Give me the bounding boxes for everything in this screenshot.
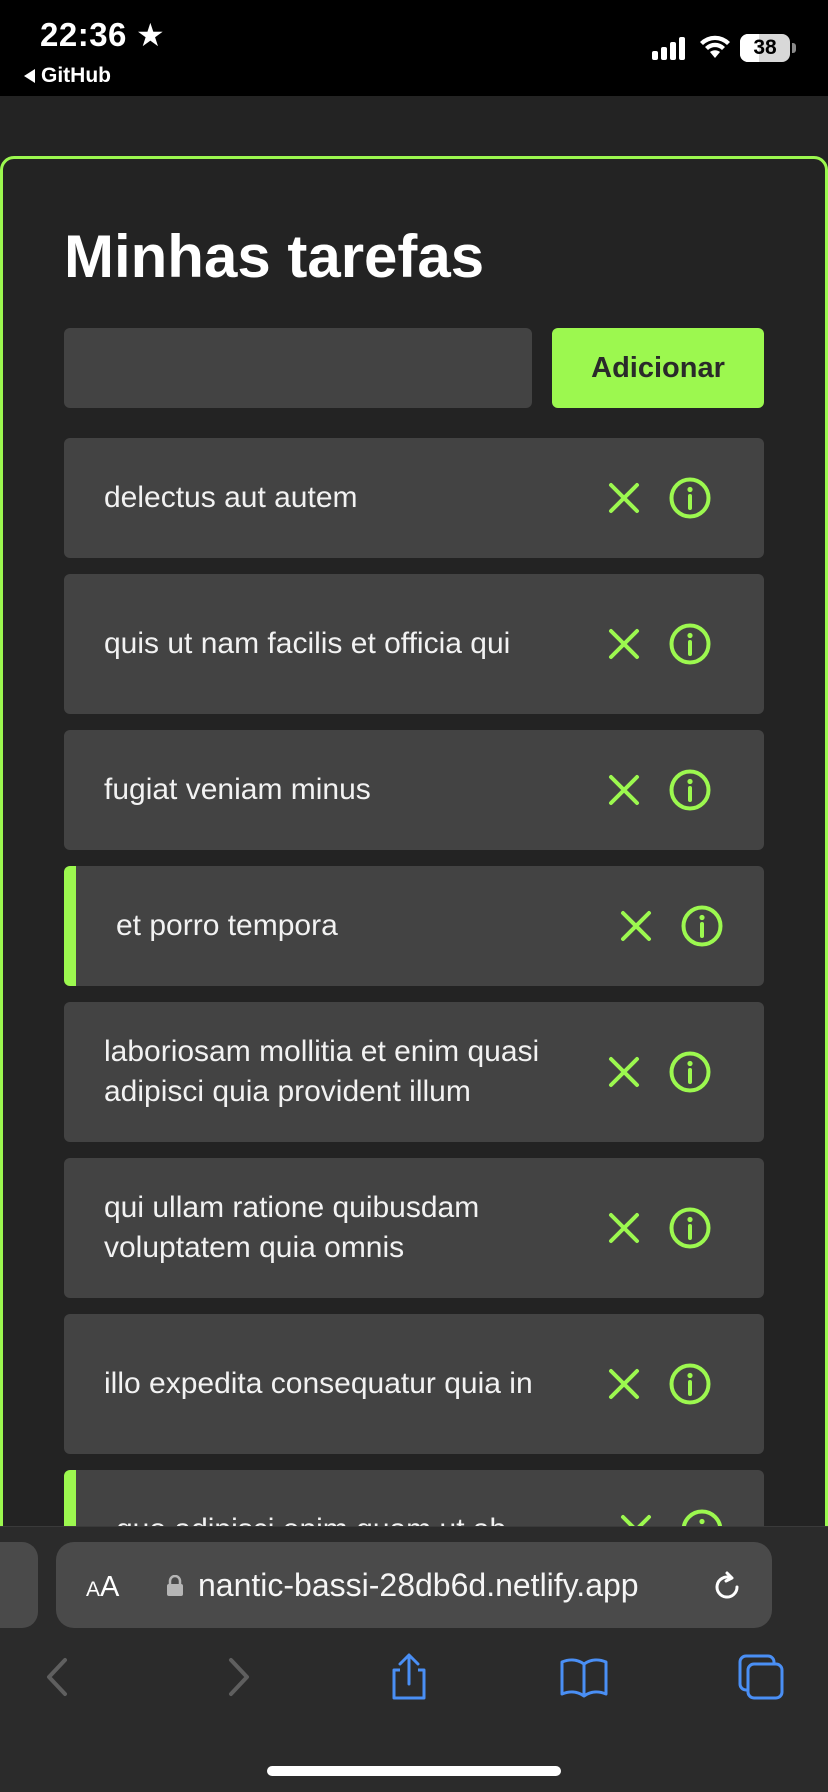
close-icon[interactable] [604,1208,644,1248]
back-triangle-icon [24,69,35,83]
back-app-label: GitHub [41,64,111,87]
info-icon[interactable] [668,476,712,520]
task-text: fugiat veniam minus [104,773,371,806]
task-item[interactable]: qui ullam ratione quibusdam voluptatem q… [64,1158,764,1298]
add-task-button[interactable]: Adicionar [552,328,764,408]
task-item[interactable]: et porro tempora [64,866,764,986]
status-bar: 22:36 ★ GitHub 38 [0,0,828,96]
lock-icon [167,1575,183,1596]
text-size-button[interactable]: AA [86,1571,119,1604]
task-item[interactable]: delectus aut autem [64,438,764,558]
home-indicator [267,1766,561,1776]
previous-tab-preview[interactable] [0,1542,38,1628]
cellular-signal-icon [652,36,685,60]
close-icon[interactable] [604,624,644,664]
info-icon[interactable] [680,904,724,948]
task-text: qui ullam ratione quibusdam voluptatem q… [104,1191,480,1264]
close-icon[interactable] [604,478,644,518]
forward-chevron-icon[interactable] [212,1652,262,1702]
close-icon[interactable] [604,1052,644,1092]
wifi-icon [700,35,730,58]
info-icon[interactable] [668,1206,712,1250]
close-icon[interactable] [616,906,656,946]
bookmarks-icon[interactable] [559,1652,609,1702]
star-icon: ★ [136,17,165,53]
task-item[interactable]: quis ut nam facilis et officia qui [64,574,764,714]
close-icon[interactable] [604,770,644,810]
status-time: 22:36 [40,16,127,53]
info-icon[interactable] [668,768,712,812]
new-task-input[interactable] [64,328,532,408]
info-icon[interactable] [668,1050,712,1094]
info-icon[interactable] [668,622,712,666]
back-to-app-link[interactable]: GitHub [24,64,111,88]
task-text: et porro tempora [116,909,338,942]
info-icon[interactable] [668,1362,712,1406]
url-text: nantic-bassi-28db6d.netlify.app [198,1567,639,1603]
task-item[interactable]: laboriosam mollitia et enim quasi adipis… [64,1002,764,1142]
screen: 22:36 ★ GitHub 38 Minhas tarefas Adicion… [0,0,828,1792]
task-text: laboriosam mollitia et enim quasi adipis… [104,1035,540,1108]
battery-level: 38 [753,36,777,59]
task-text: illo expedita consequatur quia in [104,1367,533,1400]
task-text: delectus aut autem [104,481,358,514]
task-item[interactable]: illo expedita consequatur quia in [64,1314,764,1454]
back-chevron-icon[interactable] [34,1652,84,1702]
task-item[interactable]: fugiat veniam minus [64,730,764,850]
battery-icon: 38 [740,34,790,62]
tabs-icon[interactable] [736,1652,786,1702]
task-text: quis ut nam facilis et officia qui [104,627,511,660]
reload-icon[interactable] [710,1570,744,1604]
close-icon[interactable] [604,1364,644,1404]
share-icon[interactable] [384,1652,434,1702]
page-title: Minhas tarefas [64,223,485,290]
